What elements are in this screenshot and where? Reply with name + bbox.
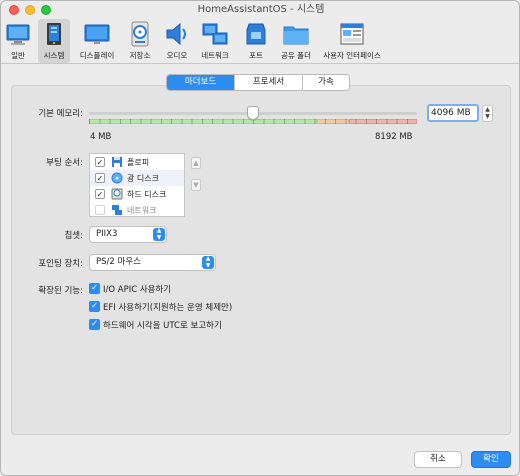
memory-max-label: 8192 MB	[375, 132, 413, 142]
toolbar-item-audio[interactable]: 오디오	[162, 19, 192, 63]
tab-processor[interactable]: 프로세서	[235, 75, 303, 90]
network-icon	[202, 23, 228, 45]
system-icon	[47, 23, 61, 45]
pointing-device-value: PS/2 마우스	[96, 257, 141, 267]
toolbar-label: 디스플레이	[79, 51, 115, 60]
toolbar-item-ports[interactable]: 포트	[242, 19, 270, 63]
title-bar: HomeAssistantOS - 시스템	[1, 1, 519, 18]
checkbox-checked[interactable]: ✓	[89, 283, 100, 294]
boot-item-label: 플로피	[127, 157, 150, 167]
feature-label: I/O APIC 사용하기	[103, 284, 172, 295]
toolbar-label: 저장소	[129, 51, 151, 60]
memory-value-input[interactable]: 4096 MB	[427, 104, 479, 122]
memory-slider-knob[interactable]	[246, 106, 259, 120]
chipset-select[interactable]: PIIX3 ▲ ▼	[89, 226, 167, 243]
settings-window: HomeAssistantOS - 시스템 일반 시스템 디스플레이 저장소 오…	[0, 0, 520, 476]
pointing-device-label: 포인팅 장치:	[38, 259, 83, 269]
toolbar-item-network[interactable]: 네트워크	[198, 19, 232, 63]
toolbar-item-display[interactable]: 디스플레이	[77, 19, 117, 63]
extended-features-label: 확장된 기능:	[38, 286, 83, 296]
base-memory-label: 기본 메모리:	[38, 109, 83, 119]
window-title: HomeAssistantOS - 시스템	[197, 4, 325, 15]
toolbar-item-shared-folders[interactable]: 공유 폴더	[277, 19, 315, 63]
storage-icon	[131, 21, 149, 47]
pointing-device-select[interactable]: PS/2 마우스 ▲ ▼	[89, 254, 216, 271]
audio-icon	[166, 22, 186, 46]
toolbar-label: 일반	[11, 51, 25, 60]
tab-motherboard[interactable]: 마더보드	[167, 75, 235, 90]
checkbox-checked[interactable]: ✓	[89, 319, 100, 330]
toolbar-item-general[interactable]: 일반	[3, 19, 33, 63]
boot-item-floppy[interactable]: ✓ 플로피	[90, 154, 184, 170]
toolbar-label: 포트	[249, 51, 263, 60]
memory-stepper[interactable]: ▲ ▼	[482, 105, 493, 122]
select-arrows-icon: ▲ ▼	[153, 227, 165, 241]
boot-checkbox[interactable]	[95, 205, 105, 215]
feature-label: EFI 사용하기(지원하는 운영 체제만)	[103, 302, 233, 313]
general-icon	[6, 24, 30, 45]
toolbar-item-storage[interactable]: 저장소	[125, 19, 155, 63]
floppy-icon	[112, 157, 122, 167]
boot-order-list: ✓ 플로피 ✓ 광 디스크 ✓ 하드 디스크 네트워크	[89, 153, 185, 217]
ok-button[interactable]: 확인	[471, 451, 511, 468]
stepper-up-icon[interactable]: ▲	[483, 106, 492, 113]
network-boot-icon	[112, 205, 122, 215]
optical-disk-icon	[111, 172, 123, 184]
toolbar-label: 사용자 인터페이스	[323, 51, 381, 60]
shared-folder-icon	[283, 26, 309, 45]
chipset-value: PIIX3	[96, 229, 118, 239]
toolbar-label: 시스템	[43, 51, 65, 60]
boot-checkbox[interactable]: ✓	[95, 173, 105, 183]
toolbar-label: 공유 폴더	[281, 51, 311, 60]
toolbar-item-user-interface[interactable]: 사용자 인터페이스	[321, 19, 383, 63]
ports-icon	[246, 23, 266, 45]
move-down-button[interactable]: ▼	[191, 179, 201, 191]
tab-bar: 마더보드 프로세서 가속	[166, 74, 350, 91]
boot-item-label: 네트워크	[127, 205, 157, 215]
settings-panel	[11, 85, 511, 435]
feature-efi[interactable]: ✓ EFI 사용하기(지원하는 운영 체제만)	[89, 300, 232, 313]
cancel-button[interactable]: 취소	[414, 451, 462, 468]
toolbar-label: 네트워크	[201, 51, 229, 60]
move-up-button[interactable]: ▲	[191, 157, 201, 169]
display-icon	[84, 24, 110, 44]
memory-min-label: 4 MB	[90, 132, 112, 142]
boot-item-optical[interactable]: ✓ 광 디스크	[90, 170, 184, 186]
boot-item-label: 광 디스크	[127, 173, 159, 183]
toolbar-label: 오디오	[166, 51, 188, 60]
hard-disk-icon	[111, 188, 123, 200]
minimize-window-button[interactable]	[25, 5, 35, 15]
checkbox-checked[interactable]: ✓	[89, 301, 100, 312]
user-interface-icon	[340, 23, 364, 45]
tab-acceleration[interactable]: 가속	[303, 75, 349, 90]
boot-item-hard-disk[interactable]: ✓ 하드 디스크	[90, 186, 184, 202]
select-arrows-icon: ▲ ▼	[202, 255, 214, 269]
boot-item-network[interactable]: 네트워크	[90, 202, 184, 218]
boot-checkbox[interactable]: ✓	[95, 189, 105, 199]
close-window-button[interactable]	[9, 5, 19, 15]
toolbar-item-system[interactable]: 시스템	[38, 19, 70, 63]
chipset-label: 칩셋:	[64, 231, 83, 241]
stepper-down-icon[interactable]: ▼	[483, 113, 492, 120]
zoom-window-button[interactable]	[41, 5, 51, 15]
boot-order-label: 부팅 순서:	[46, 158, 83, 168]
feature-label: 하드웨어 시각을 UTC로 보고하기	[103, 320, 222, 331]
settings-toolbar: 일반 시스템 디스플레이 저장소 오디오 네트워크 포트 공유 폴더 사용자 인…	[1, 18, 519, 64]
boot-checkbox[interactable]: ✓	[95, 157, 105, 167]
feature-utc-clock[interactable]: ✓ 하드웨어 시각을 UTC로 보고하기	[89, 318, 222, 331]
feature-io-apic[interactable]: ✓ I/O APIC 사용하기	[89, 282, 171, 295]
boot-item-label: 하드 디스크	[127, 189, 167, 199]
